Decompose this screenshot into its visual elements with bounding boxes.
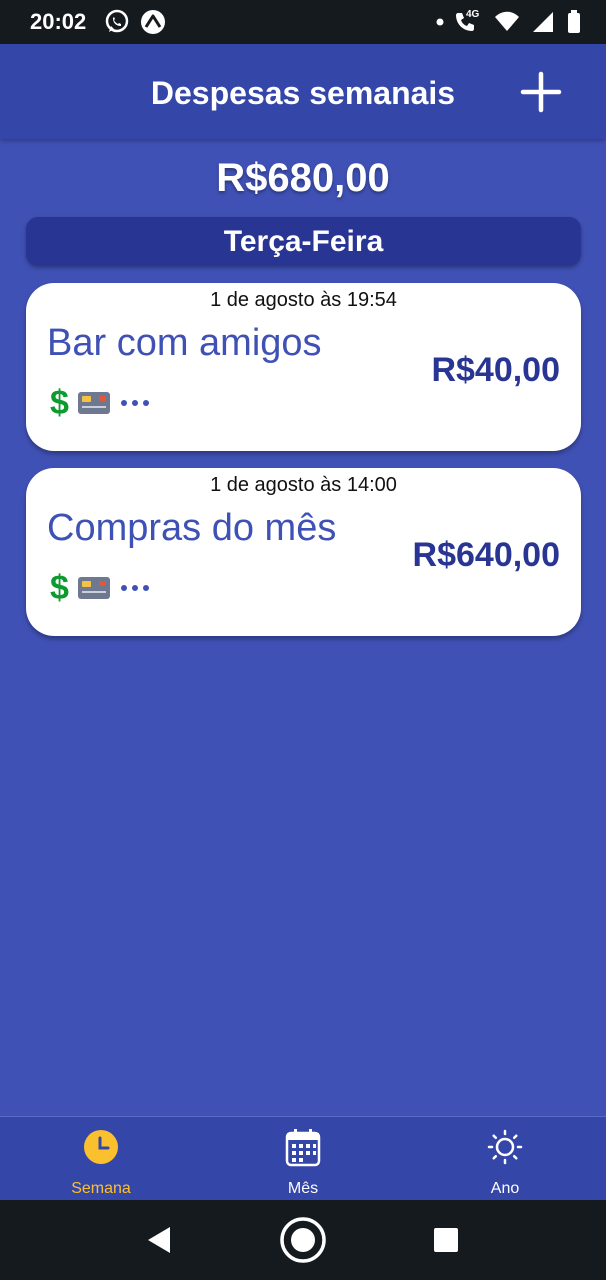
credit-card-icon (77, 577, 110, 599)
tab-label: Mês (287, 1180, 319, 1197)
payment-icons: $ (50, 383, 151, 423)
day-header: Terça-Feira (26, 217, 581, 266)
expense-title: Compras do mês (47, 507, 337, 549)
expense-amount: R$40,00 (431, 351, 560, 389)
expense-card[interactable]: 1 de agosto às 19:54 Bar com amigos R$40… (26, 283, 581, 451)
status-time: 20:02 (30, 9, 87, 34)
tab-label: Ano (490, 1180, 520, 1197)
status-bar: 20:02 4G (0, 0, 606, 44)
more-icon[interactable] (119, 583, 151, 593)
dollar-icon: $ (50, 384, 69, 422)
wifi-icon (495, 11, 519, 31)
battery-icon (568, 10, 580, 33)
home-icon[interactable] (279, 1216, 327, 1264)
bottom-nav: Semana Mês Ano (0, 1116, 606, 1200)
dot-icon (436, 18, 444, 26)
calendar-icon (285, 1129, 321, 1167)
tab-mes[interactable]: Mês (202, 1117, 404, 1201)
tab-ano[interactable]: Ano (404, 1117, 606, 1201)
credit-card-icon (77, 392, 110, 414)
back-icon[interactable] (146, 1226, 172, 1254)
plus-icon[interactable] (516, 67, 566, 117)
whatsapp-icon (105, 9, 129, 33)
network-label: 4G (466, 9, 480, 20)
clock-icon (84, 1130, 118, 1164)
payment-icons: $ (50, 568, 151, 608)
expense-amount: R$640,00 (412, 536, 560, 574)
expense-card[interactable]: 1 de agosto às 14:00 Compras do mês R$64… (26, 468, 581, 636)
tab-semana[interactable]: Semana (0, 1117, 202, 1201)
app-bar: Despesas semanais (0, 44, 606, 139)
volte-call-icon: 4G (454, 9, 484, 35)
recents-icon[interactable] (433, 1227, 459, 1253)
sun-icon (487, 1129, 523, 1165)
expense-time: 1 de agosto às 19:54 (210, 289, 397, 311)
signal-icon (533, 12, 553, 32)
expense-time: 1 de agosto às 14:00 (210, 474, 397, 496)
expense-title: Bar com amigos (47, 322, 322, 364)
system-nav-bar (0, 1200, 606, 1280)
more-icon[interactable] (119, 398, 151, 408)
dollar-icon: $ (50, 569, 69, 607)
expo-icon (141, 10, 165, 34)
weekly-total: R$680,00 (216, 156, 390, 200)
system-status-icons: 4G (436, 9, 582, 35)
tab-label: Semana (71, 1180, 131, 1197)
notification-icons (104, 9, 166, 35)
